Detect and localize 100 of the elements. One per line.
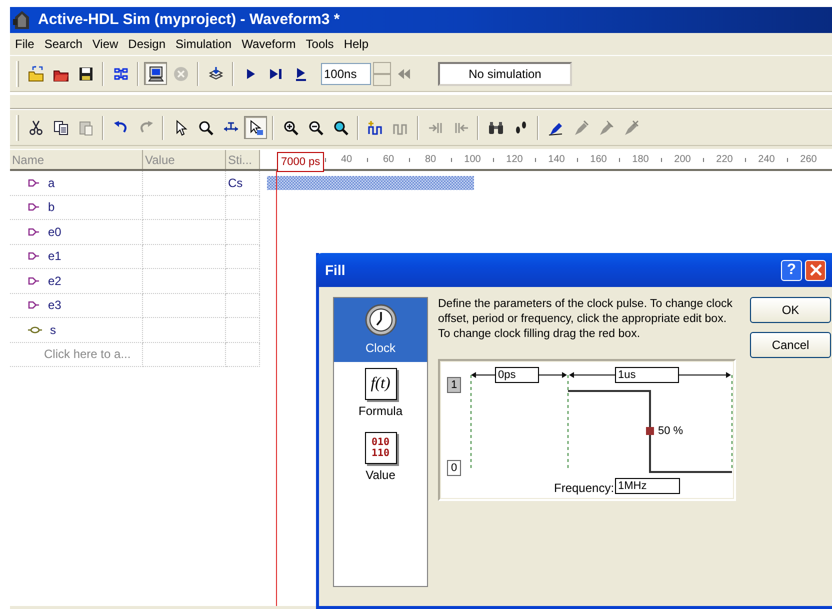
ruler-label: 120 <box>505 153 524 167</box>
stack-icon <box>208 66 224 82</box>
ruler-tick <box>745 158 746 162</box>
signal-name[interactable]: a <box>48 174 55 192</box>
zoom-out-icon <box>308 120 324 136</box>
binoculars-icon <box>488 120 504 136</box>
dialog-title: Fill <box>325 260 346 280</box>
monitor-icon <box>148 66 164 82</box>
search-icon <box>198 120 214 136</box>
table-cell <box>226 244 260 269</box>
ruler-label: 240 <box>757 153 776 167</box>
ruler-label: 260 <box>799 153 818 167</box>
ruler-label: 140 <box>547 153 566 167</box>
menu-item[interactable]: File <box>10 35 40 53</box>
category-label: Value <box>366 467 396 484</box>
table-cell <box>226 269 260 294</box>
ruler-label: 60 <box>382 153 396 167</box>
frequency-label: Frequency: <box>554 480 614 497</box>
clock-icon <box>364 303 398 337</box>
ok-button[interactable]: OK <box>750 297 831 323</box>
add-signal-prompt[interactable]: Click here to a... <box>44 345 131 364</box>
signal-name[interactable]: e0 <box>48 222 62 241</box>
menu-item[interactable]: Simulation <box>170 35 237 53</box>
icon-text: 110 <box>371 448 390 459</box>
close-icon <box>810 264 822 276</box>
zoom-fit-icon <box>332 120 348 136</box>
ruler-tick <box>787 158 788 162</box>
pointer-icon <box>248 120 264 136</box>
input-port-icon <box>28 301 40 310</box>
duty-reading: 50 % <box>658 424 684 439</box>
ruler-label: 220 <box>715 153 734 167</box>
category-label: Formula <box>358 403 402 420</box>
stop-icon <box>172 66 188 82</box>
input-port-icon <box>28 178 40 187</box>
signal-name[interactable]: e3 <box>48 296 62 314</box>
cursor-button[interactable] <box>244 116 267 139</box>
duty-handle[interactable] <box>646 427 654 435</box>
table-cell <box>226 220 260 244</box>
menu-item[interactable]: Waveform <box>236 35 301 53</box>
ruler-label: 180 <box>631 153 650 167</box>
input-port-icon <box>28 228 40 236</box>
window-title: Active-HDL Sim (myproject) - Waveform3 * <box>38 10 340 30</box>
signal-name[interactable]: e1 <box>48 247 62 266</box>
ruler-tick <box>619 158 620 162</box>
level-label: 0 <box>447 460 461 476</box>
input-port-icon <box>28 203 40 212</box>
monitor-button[interactable] <box>144 62 167 85</box>
scissors-icon <box>28 120 44 136</box>
input-port-icon <box>28 252 40 260</box>
menu-item[interactable]: Tools <box>300 35 339 53</box>
clipboard-icon <box>78 120 94 136</box>
level-label: 1 <box>447 377 461 393</box>
pen-icon <box>598 120 614 136</box>
signal-name[interactable]: b <box>48 198 55 216</box>
waveform-icon <box>368 120 384 136</box>
app-icon <box>12 9 32 31</box>
undo-icon <box>112 120 128 136</box>
ruler-label: 100 <box>463 153 482 167</box>
ruler-tick <box>409 158 410 162</box>
ruler-tick <box>703 158 704 162</box>
table-cell <box>226 294 260 318</box>
ruler-tick <box>577 158 578 162</box>
folder-icon <box>28 66 44 82</box>
close-button[interactable] <box>805 260 826 280</box>
ruler-tick <box>367 158 368 162</box>
period-field[interactable]: 1us <box>615 367 679 383</box>
offset-field[interactable]: 0ps <box>495 367 539 383</box>
cursor-label[interactable]: 7000 ps <box>277 152 324 172</box>
table-cell <box>226 342 260 367</box>
ruler-tick <box>661 158 662 162</box>
icon-text: f(t) <box>370 375 390 393</box>
instructions-text: Define the parameters of the clock pulse. To change clock offset, period or frequency, click the appropriate edit box. To change clock filling drag the red box. <box>438 297 734 342</box>
signal-name[interactable]: s <box>50 320 56 339</box>
output-port-icon <box>28 326 42 334</box>
help-button[interactable]: ? <box>781 260 802 280</box>
menu-item[interactable]: Search <box>39 35 88 53</box>
time-step-field[interactable]: 100ns <box>321 62 371 84</box>
ruler-label: 160 <box>589 153 608 167</box>
category-item[interactable]: Clock <box>334 298 427 362</box>
ruler-tick <box>451 158 452 162</box>
input-port-icon <box>28 276 40 285</box>
redo-icon <box>138 120 154 136</box>
zoom-in-icon <box>282 120 298 136</box>
signal-name[interactable]: e2 <box>48 272 62 290</box>
ruler-tick <box>325 158 326 162</box>
ruler-tick <box>493 158 494 162</box>
menu-item[interactable]: Help <box>338 35 374 53</box>
cancel-button[interactable]: Cancel <box>750 332 831 358</box>
frequency-field[interactable]: 1MHz <box>615 478 680 494</box>
ruler-tick <box>535 158 536 162</box>
pen-icon <box>572 120 588 136</box>
table-cell <box>226 318 260 342</box>
icon-text: 010 <box>371 437 390 448</box>
simulation-status: No simulation <box>438 62 572 86</box>
menu-item[interactable]: Design <box>123 35 171 53</box>
menu-item[interactable]: View <box>87 35 124 53</box>
ruler-label: 80 <box>424 153 438 167</box>
ruler-label: 200 <box>673 153 692 167</box>
save-icon <box>78 66 94 82</box>
copy-icon <box>52 120 68 136</box>
